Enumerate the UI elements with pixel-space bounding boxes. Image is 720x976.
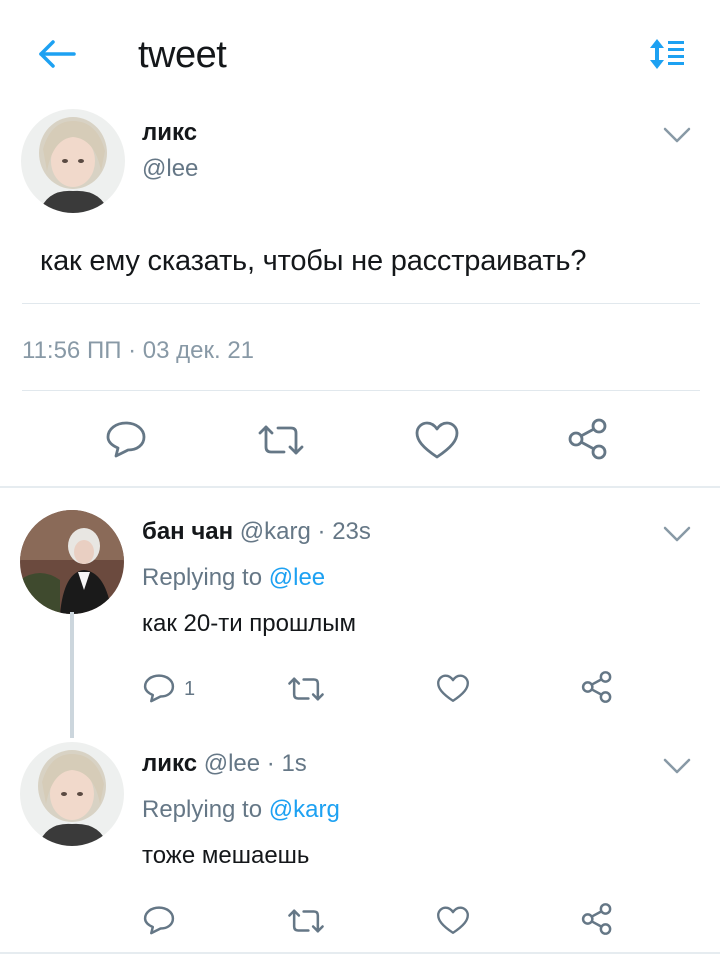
retweet-button[interactable] [286,674,326,704]
share-icon [581,671,612,703]
author-handle[interactable]: @karg [240,518,311,545]
reply-button[interactable] [142,904,176,936]
author-name[interactable]: бан чан [142,518,233,545]
avatar[interactable] [20,742,124,846]
retweet-button[interactable] [286,906,326,936]
author-name[interactable]: ликс [142,119,197,147]
tweet-timestamp[interactable]: 11:56 ПП · 03 дек. 21 [22,337,254,365]
reply-time: 1s [281,750,307,777]
avatar[interactable] [20,510,124,614]
more-options-button[interactable] [662,524,692,544]
sort-button[interactable] [648,36,690,72]
section-divider [0,486,720,488]
replying-to-label: Replying to [142,796,263,823]
profile-photo [21,109,125,213]
tweet-text: как ему сказать, чтобы не расстраивать? [40,245,587,277]
reply-header: ликс @lee · 1s [142,750,307,778]
thread-line [70,612,74,738]
retweet-icon [288,677,324,701]
heart-icon [437,906,469,935]
profile-photo [20,742,124,846]
author-name[interactable]: ликс [142,750,197,777]
sort-list-icon [650,39,684,69]
share-button[interactable] [566,417,610,461]
mention-link[interactable]: @karg [269,796,340,823]
tweet-text: как 20-ти прошлым [142,610,356,637]
tweet-text: тоже мешаешь [142,842,310,869]
reply-button[interactable] [104,419,148,459]
chevron-down-icon [663,526,691,542]
heart-icon [415,421,459,459]
page-title: tweet [138,34,227,76]
like-button[interactable] [436,674,470,704]
like-button[interactable] [436,906,470,936]
replying-to: Replying to @lee [142,564,325,592]
comment-icon [106,421,146,458]
mention-link[interactable]: @lee [269,564,325,591]
profile-photo [20,510,124,614]
arrow-left-icon [39,40,76,68]
retweet-button[interactable] [256,421,306,459]
share-icon [568,418,607,460]
replying-to: Replying to @karg [142,796,340,824]
comment-icon [143,674,175,703]
retweet-icon [288,909,324,933]
separator-dot: · [317,518,326,545]
reply-count: 1 [184,678,196,700]
chevron-down-icon [663,127,691,143]
share-icon [581,903,612,935]
avatar[interactable] [21,109,125,213]
author-handle[interactable]: @lee [204,750,260,777]
retweet-icon [258,425,304,455]
comment-icon [143,906,175,935]
reply-header: бан чан @karg · 23s [142,518,371,546]
share-button[interactable] [580,670,614,704]
divider [22,303,700,304]
author-handle[interactable]: @lee [142,155,198,183]
like-button[interactable] [414,421,460,461]
heart-icon [437,674,469,703]
divider [22,390,700,391]
top-bar: tweet [0,0,720,110]
more-options-button[interactable] [662,125,692,145]
chevron-down-icon [663,758,691,774]
reply-button[interactable] [142,672,176,704]
share-button[interactable] [580,902,614,936]
separator-dot: · [266,750,275,777]
section-divider [0,952,720,954]
replying-to-label: Replying to [142,564,263,591]
reply-time: 23s [332,518,371,545]
back-button[interactable] [36,36,78,72]
more-options-button[interactable] [662,756,692,776]
